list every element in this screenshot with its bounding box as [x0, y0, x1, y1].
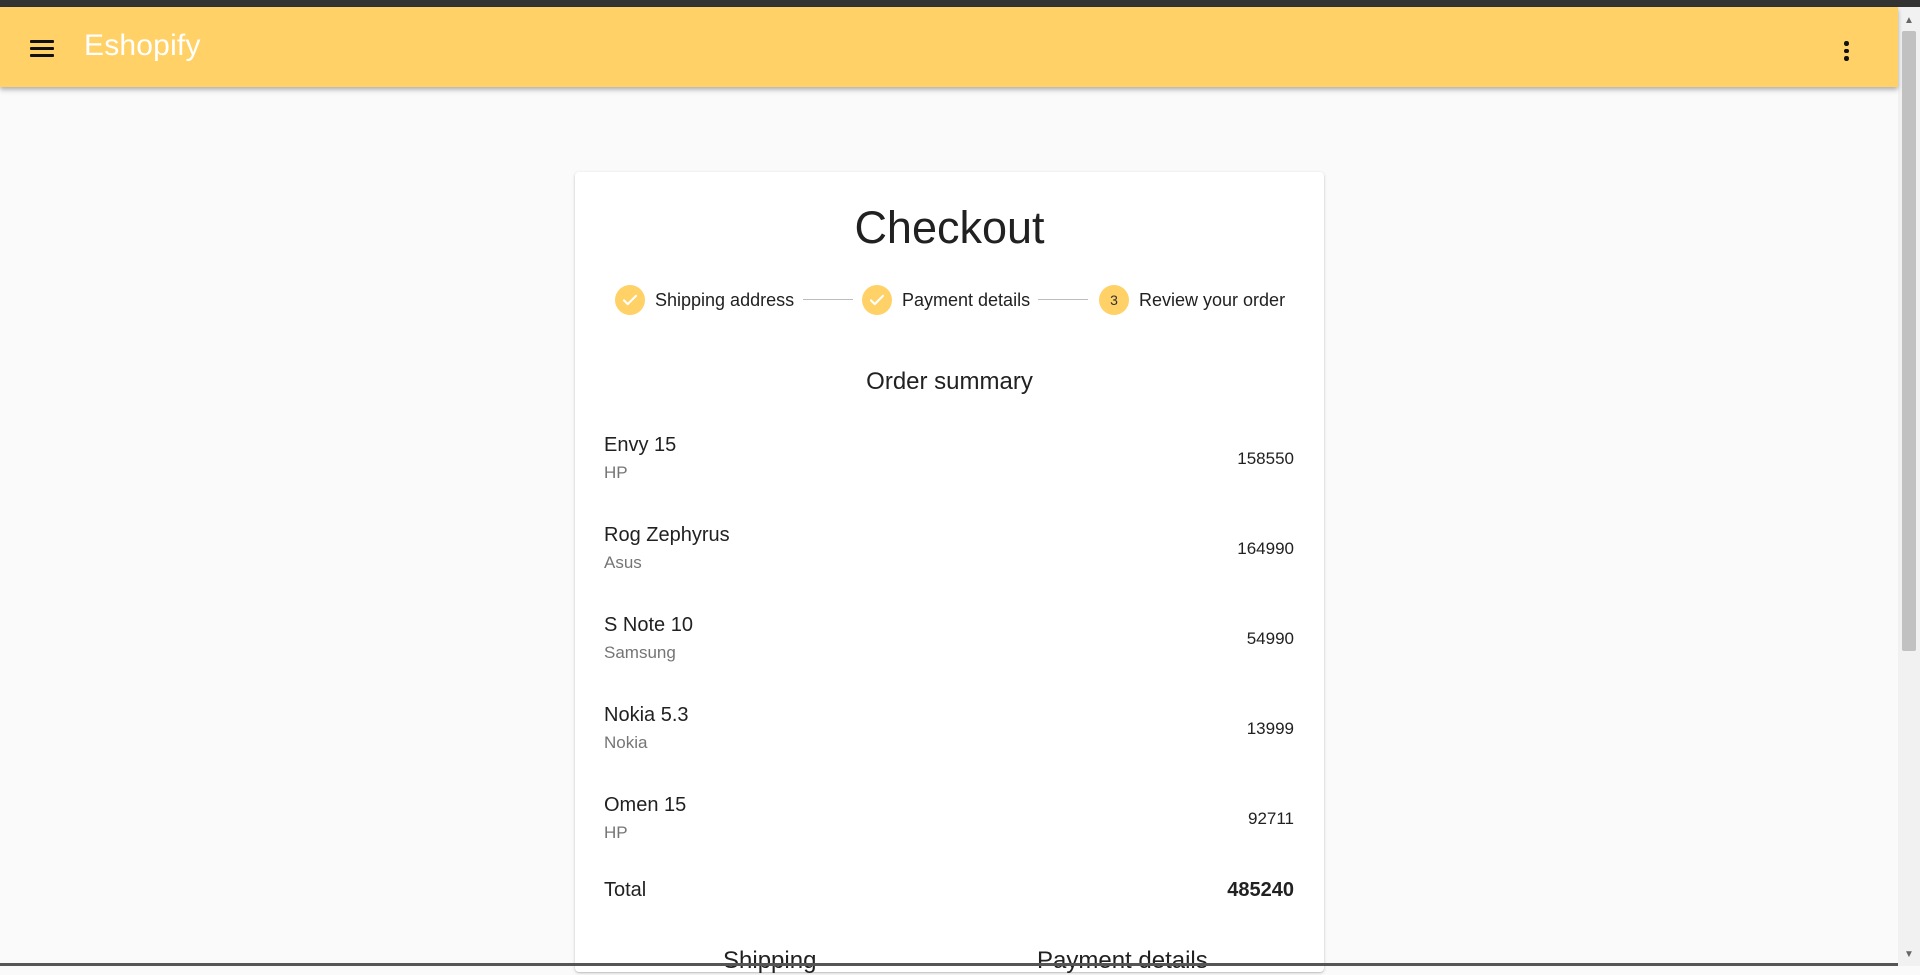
item-price: 164990 — [1237, 539, 1294, 558]
item-name: Rog Zephyrus — [604, 524, 730, 546]
total-label: Total — [604, 879, 647, 901]
item-price: 158550 — [1237, 449, 1294, 468]
step-label: Review your order — [1139, 289, 1286, 310]
list-item: Envy 15 HP 158550 — [604, 434, 1294, 494]
item-brand: Asus — [604, 553, 642, 572]
menu-icon[interactable] — [30, 40, 54, 58]
step-connector — [803, 299, 853, 300]
browser-top-strip — [0, 0, 1920, 7]
vertical-scrollbar[interactable]: ▲ ▼ — [1898, 7, 1920, 966]
item-price: 13999 — [1246, 719, 1294, 738]
list-item: Omen 15 HP 92711 — [604, 794, 1294, 854]
app-bar: Eshopify — [0, 7, 1898, 87]
item-price: 54990 — [1246, 629, 1294, 648]
item-price: 92711 — [1247, 809, 1294, 828]
list-item: S Note 10 Samsung 54990 — [604, 614, 1294, 674]
step-label: Payment details — [902, 289, 1031, 310]
step-number-badge: 3 — [1099, 285, 1129, 315]
item-brand: HP — [604, 463, 628, 482]
app-title: Eshopify — [84, 29, 201, 62]
more-vert-icon[interactable] — [1840, 41, 1852, 63]
item-name: Omen 15 — [604, 794, 687, 816]
item-brand: Samsung — [604, 643, 676, 662]
checkout-card: Checkout Shipping address Payment detail… — [575, 172, 1324, 974]
step-connector — [1038, 299, 1088, 300]
total-row: Total 485240 — [604, 879, 1294, 909]
scrollbar-thumb[interactable] — [1902, 31, 1916, 651]
item-brand: HP — [604, 823, 628, 842]
list-item: Rog Zephyrus Asus 164990 — [604, 524, 1294, 584]
order-summary-title: Order summary — [866, 368, 1033, 395]
page-title: Checkout — [854, 202, 1045, 253]
item-name: Nokia 5.3 — [604, 704, 689, 726]
step-shipping-address: Shipping address — [615, 284, 794, 316]
item-name: Envy 15 — [604, 434, 677, 456]
payment-details-heading: Payment details — [1037, 947, 1208, 974]
step-review-order: 3 Review your order — [1099, 284, 1285, 316]
step-payment-details: Payment details — [862, 284, 1030, 316]
scroll-down-arrow-icon[interactable]: ▼ — [1898, 945, 1920, 963]
total-value: 485240 — [1227, 879, 1294, 901]
check-icon — [862, 285, 892, 315]
item-brand: Nokia — [604, 733, 648, 752]
step-number: 3 — [1110, 292, 1118, 308]
step-label: Shipping address — [655, 289, 795, 310]
item-name: S Note 10 — [604, 614, 693, 636]
list-item: Nokia 5.3 Nokia 13999 — [604, 704, 1294, 764]
shipping-heading: Shipping — [723, 947, 817, 974]
check-icon — [615, 285, 645, 315]
scroll-up-arrow-icon[interactable]: ▲ — [1898, 11, 1920, 29]
